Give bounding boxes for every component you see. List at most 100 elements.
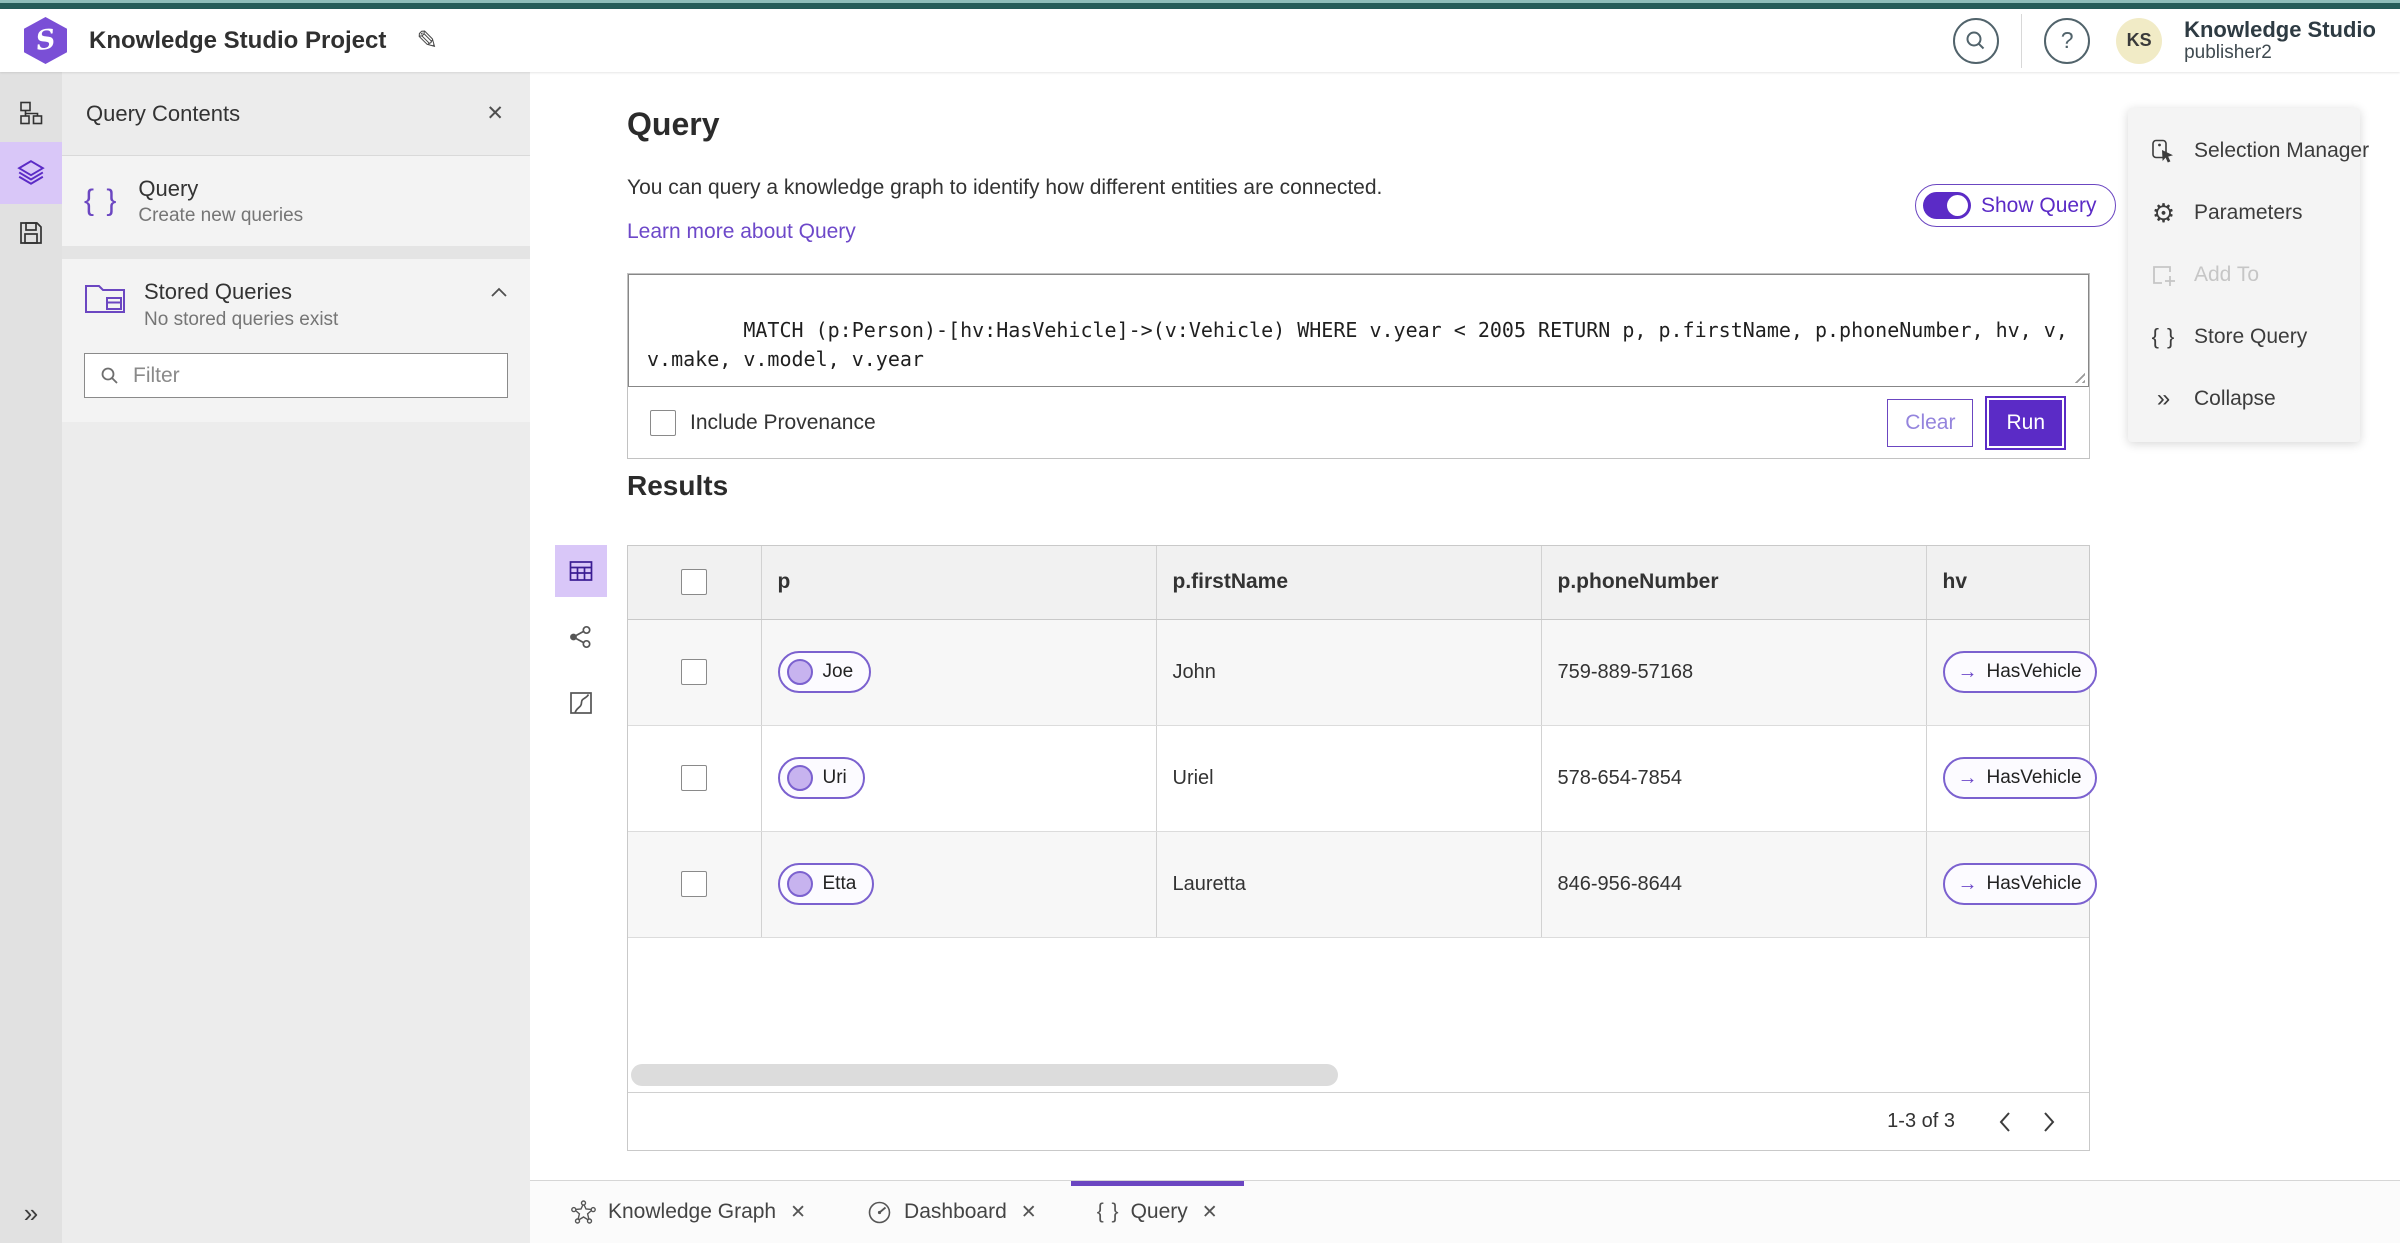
node-label: Etta xyxy=(822,873,857,894)
query-list-item[interactable]: { } Query Create new queries xyxy=(62,156,530,246)
add-to-item: Add To xyxy=(2128,244,2360,306)
entity-node-pill[interactable]: Etta xyxy=(777,863,875,905)
map-view-button[interactable] xyxy=(555,677,607,729)
save-rail-button[interactable] xyxy=(0,204,62,262)
project-title: Knowledge Studio Project xyxy=(89,26,387,54)
gear-icon: ⚙ xyxy=(2151,197,2176,228)
show-query-toggle[interactable]: Show Query xyxy=(1915,184,2116,227)
collapse-panel-icon: » xyxy=(2156,385,2171,412)
tab-label: Dashboard xyxy=(904,1200,1007,1223)
entity-node-pill[interactable]: Joe xyxy=(777,651,872,693)
results-heading: Results xyxy=(627,470,729,501)
expand-panel-icon[interactable]: » xyxy=(24,1198,38,1229)
next-page-button[interactable] xyxy=(2027,1100,2071,1144)
query-contents-panel: Query Contents ✕ { } Query Create new qu… xyxy=(62,72,530,1243)
data-model-rail-button[interactable] xyxy=(0,84,62,142)
query-item-title: Query xyxy=(138,175,199,201)
cell-firstname: John xyxy=(1156,619,1542,726)
layers-icon xyxy=(17,160,45,185)
table-row: Etta Lauretta 846-956-8644 → HasVehicle xyxy=(628,831,2097,938)
graph-view-button[interactable] xyxy=(555,611,607,663)
help-icon: ? xyxy=(2060,27,2074,53)
chevron-right-icon xyxy=(2044,1111,2055,1132)
query-editor-footer: Include Provenance Clear Run xyxy=(628,387,2089,458)
filter-search-icon xyxy=(101,367,118,384)
relationship-label: HasVehicle xyxy=(1986,661,2082,682)
edit-project-title-icon[interactable]: ✎ xyxy=(416,25,438,56)
chevron-up-icon xyxy=(491,287,507,297)
panel-header: Query Contents ✕ xyxy=(62,72,530,156)
parameters-item[interactable]: ⚙ Parameters xyxy=(2128,182,2360,244)
help-button[interactable]: ? xyxy=(2044,17,2091,64)
row-checkbox[interactable] xyxy=(681,871,708,897)
selection-manager-item[interactable]: Selection Manager xyxy=(2128,120,2369,182)
knowledge-studio-app: S Knowledge Studio Project ✎ ? KS Knowle… xyxy=(0,0,2400,1243)
cell-firstname: Uriel xyxy=(1156,725,1542,832)
tab-dashboard[interactable]: Dashboard ✕ xyxy=(840,1181,1063,1243)
query-workspace: Query You can query a knowledge graph to… xyxy=(530,72,2400,1243)
save-icon xyxy=(20,222,42,244)
toggle-switch-on xyxy=(1923,192,1971,219)
panel-title: Query Contents xyxy=(86,100,241,126)
node-icon xyxy=(786,765,813,791)
close-panel-icon[interactable]: ✕ xyxy=(486,101,504,126)
arrow-right-icon: → xyxy=(1957,767,1978,789)
run-button[interactable]: Run xyxy=(1985,395,2066,450)
user-avatar[interactable]: KS xyxy=(2116,17,2163,64)
stored-queries-subtitle: No stored queries exist xyxy=(144,309,339,330)
arrow-right-icon: → xyxy=(1957,661,1978,683)
collapse-section-button[interactable] xyxy=(490,287,508,298)
learn-more-link[interactable]: Learn more about Query xyxy=(627,220,856,244)
resize-handle[interactable] xyxy=(2071,369,2085,383)
table-footer: 1-3 of 3 xyxy=(628,1092,2089,1150)
relationship-pill[interactable]: → HasVehicle xyxy=(1942,651,2097,693)
search-button[interactable] xyxy=(1953,17,2000,64)
row-checkbox[interactable] xyxy=(681,765,708,791)
row-checkbox[interactable] xyxy=(681,659,708,685)
filter-input[interactable] xyxy=(133,363,493,388)
table-header-row: p p.firstName p.phoneNumber hv xyxy=(628,546,2089,620)
relationship-pill[interactable]: → HasVehicle xyxy=(1942,757,2097,799)
left-icon-rail: » xyxy=(0,72,62,1243)
node-icon xyxy=(786,871,813,897)
clear-button[interactable]: Clear xyxy=(1887,398,1974,447)
close-tab-icon[interactable]: ✕ xyxy=(1202,1201,1218,1224)
relationship-pill[interactable]: → HasVehicle xyxy=(1942,863,2097,905)
map-view-icon xyxy=(570,692,592,714)
query-item-text: Query Create new queries xyxy=(138,176,303,227)
close-tab-icon[interactable]: ✕ xyxy=(790,1201,806,1224)
add-to-label: Add To xyxy=(2194,263,2259,286)
bottom-tab-bar: Knowledge Graph ✕ Dashboard ✕ { } Query … xyxy=(530,1180,2400,1243)
table-view-icon xyxy=(569,561,593,581)
logo-glyph: S xyxy=(33,23,58,58)
select-all-checkbox[interactable] xyxy=(681,569,708,596)
query-textarea[interactable]: MATCH (p:Person)-[hv:HasVehicle]->(v:Veh… xyxy=(628,274,2089,387)
horizontal-scrollbar-thumb[interactable] xyxy=(631,1064,1338,1086)
panel-separator xyxy=(62,246,530,259)
cell-phonenumber: 846-956-8644 xyxy=(1541,831,1927,938)
arrow-right-icon: → xyxy=(1957,873,1978,895)
entity-node-pill[interactable]: Uri xyxy=(777,757,865,799)
tab-label: Knowledge Graph xyxy=(608,1200,777,1223)
tab-knowledge-graph[interactable]: Knowledge Graph ✕ xyxy=(544,1181,832,1243)
graph-view-icon xyxy=(570,625,591,649)
show-query-label: Show Query xyxy=(1981,193,2097,217)
query-actions-panel: Selection Manager ⚙ Parameters Add To { … xyxy=(2128,108,2369,442)
cell-phonenumber: 578-654-7854 xyxy=(1541,725,1927,832)
selection-manager-label: Selection Manager xyxy=(2194,139,2370,162)
chevron-left-icon xyxy=(1999,1111,2010,1132)
results-table: p p.firstName p.phoneNumber hv Joe John … xyxy=(628,546,2097,938)
close-tab-icon[interactable]: ✕ xyxy=(1021,1201,1037,1224)
stored-queries-header[interactable]: Stored Queries No stored queries exist xyxy=(84,279,508,331)
store-query-braces-icon: { } xyxy=(2151,324,2176,349)
store-query-item[interactable]: { } Store Query xyxy=(2128,306,2360,368)
parameters-label: Parameters xyxy=(2194,201,2303,224)
column-header-firstname: p.firstName xyxy=(1156,546,1542,620)
previous-page-button[interactable] xyxy=(1983,1100,2027,1144)
table-view-button[interactable] xyxy=(555,545,607,597)
collapse-item[interactable]: » Collapse xyxy=(2128,368,2360,430)
tab-query[interactable]: { } Query ✕ xyxy=(1070,1181,1244,1243)
stored-queries-section: Stored Queries No stored queries exist xyxy=(62,259,530,422)
header-divider xyxy=(2021,13,2023,68)
query-rail-button[interactable] xyxy=(0,142,62,204)
